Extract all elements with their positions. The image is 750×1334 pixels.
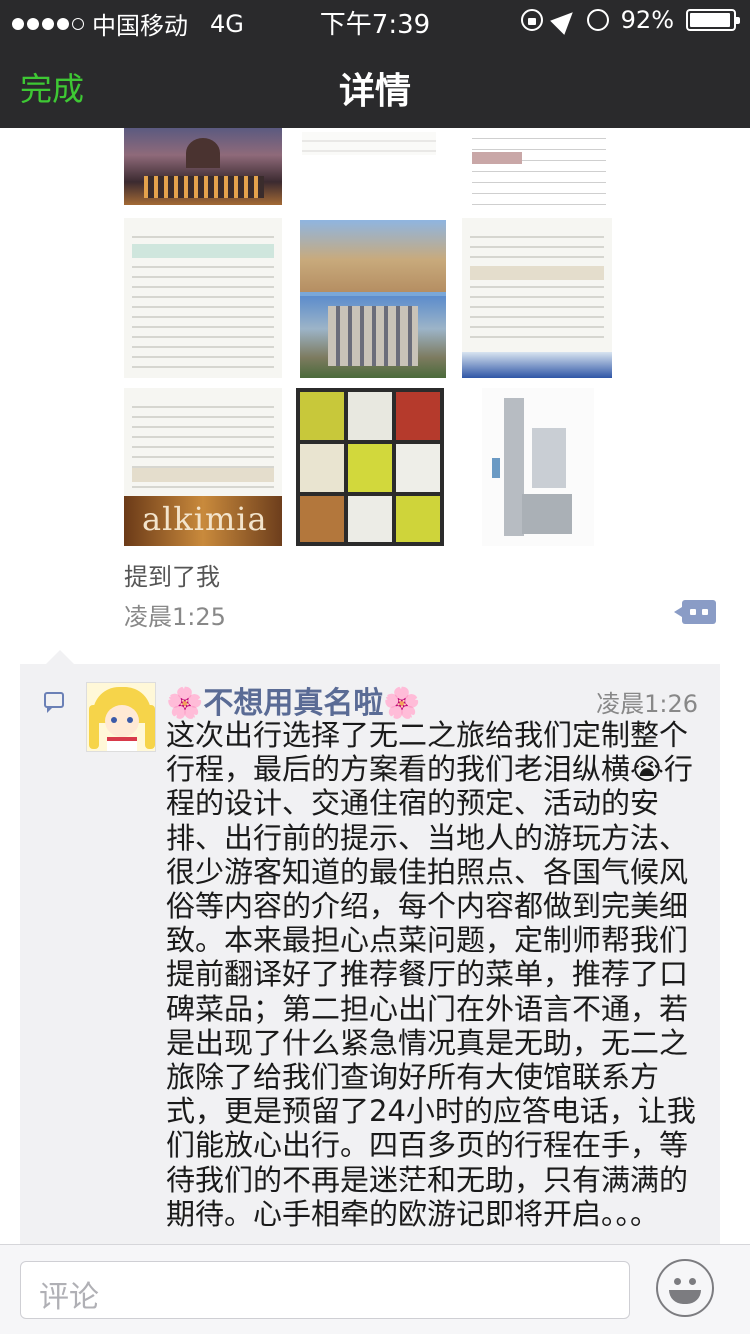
image-thumb-gaudi-buildings-photo[interactable] <box>300 220 446 378</box>
status-bar: 中国移动 4G 下午7:39 92% <box>0 0 750 40</box>
comment-input[interactable]: 评论 <box>20 1261 630 1319</box>
image-thumb-floorplan-map[interactable] <box>482 388 594 546</box>
more-actions-icon[interactable] <box>674 600 716 624</box>
image-thumb-table-doc[interactable] <box>464 128 614 205</box>
image-thumb-hotel-doc[interactable] <box>462 218 612 378</box>
commenter-name[interactable]: 🌸不想用真名啦🌸 <box>166 678 421 722</box>
image-thumb-florence-photo[interactable] <box>124 128 282 205</box>
image-thumb-travel-booklets-photo[interactable] <box>296 388 444 546</box>
battery-icon <box>686 9 740 31</box>
rotation-lock-icon <box>520 9 543 31</box>
comment-icon <box>44 692 64 713</box>
location-icon <box>549 5 580 35</box>
comment-input-bar: 评论 <box>0 1244 750 1334</box>
image-thumb-itinerary-doc[interactable] <box>294 128 444 205</box>
top-bar: 中国移动 4G 下午7:39 92% 完成 详情 <box>0 0 750 128</box>
image-thumb-travel-notes-doc[interactable] <box>124 218 282 378</box>
emoji-icon[interactable] <box>656 1259 714 1317</box>
avatar[interactable] <box>86 682 156 752</box>
comment-text: 这次出行选择了无二之旅给我们定制整个 行程，最后的方案看的我们老泪纵横😭行 程的… <box>166 718 696 1231</box>
alarm-icon <box>586 9 609 31</box>
post-timestamp: 凌晨1:25 <box>124 603 226 631</box>
battery-percent: 92% <box>620 6 674 34</box>
mention-caption: 提到了我 <box>124 563 220 591</box>
image-thumb-alkimia-restaurant[interactable]: alkimia <box>124 388 282 546</box>
page-title: 详情 <box>338 71 411 112</box>
comment-section: 🌸不想用真名啦🌸 凌晨1:26 这次出行选择了无二之旅给我们定制整个 行程，最后… <box>20 650 720 1244</box>
nav-bar: 完成 详情 <box>0 40 750 128</box>
comment-timestamp: 凌晨1:26 <box>596 690 698 718</box>
alkimia-logo-text: alkimia <box>142 500 268 538</box>
